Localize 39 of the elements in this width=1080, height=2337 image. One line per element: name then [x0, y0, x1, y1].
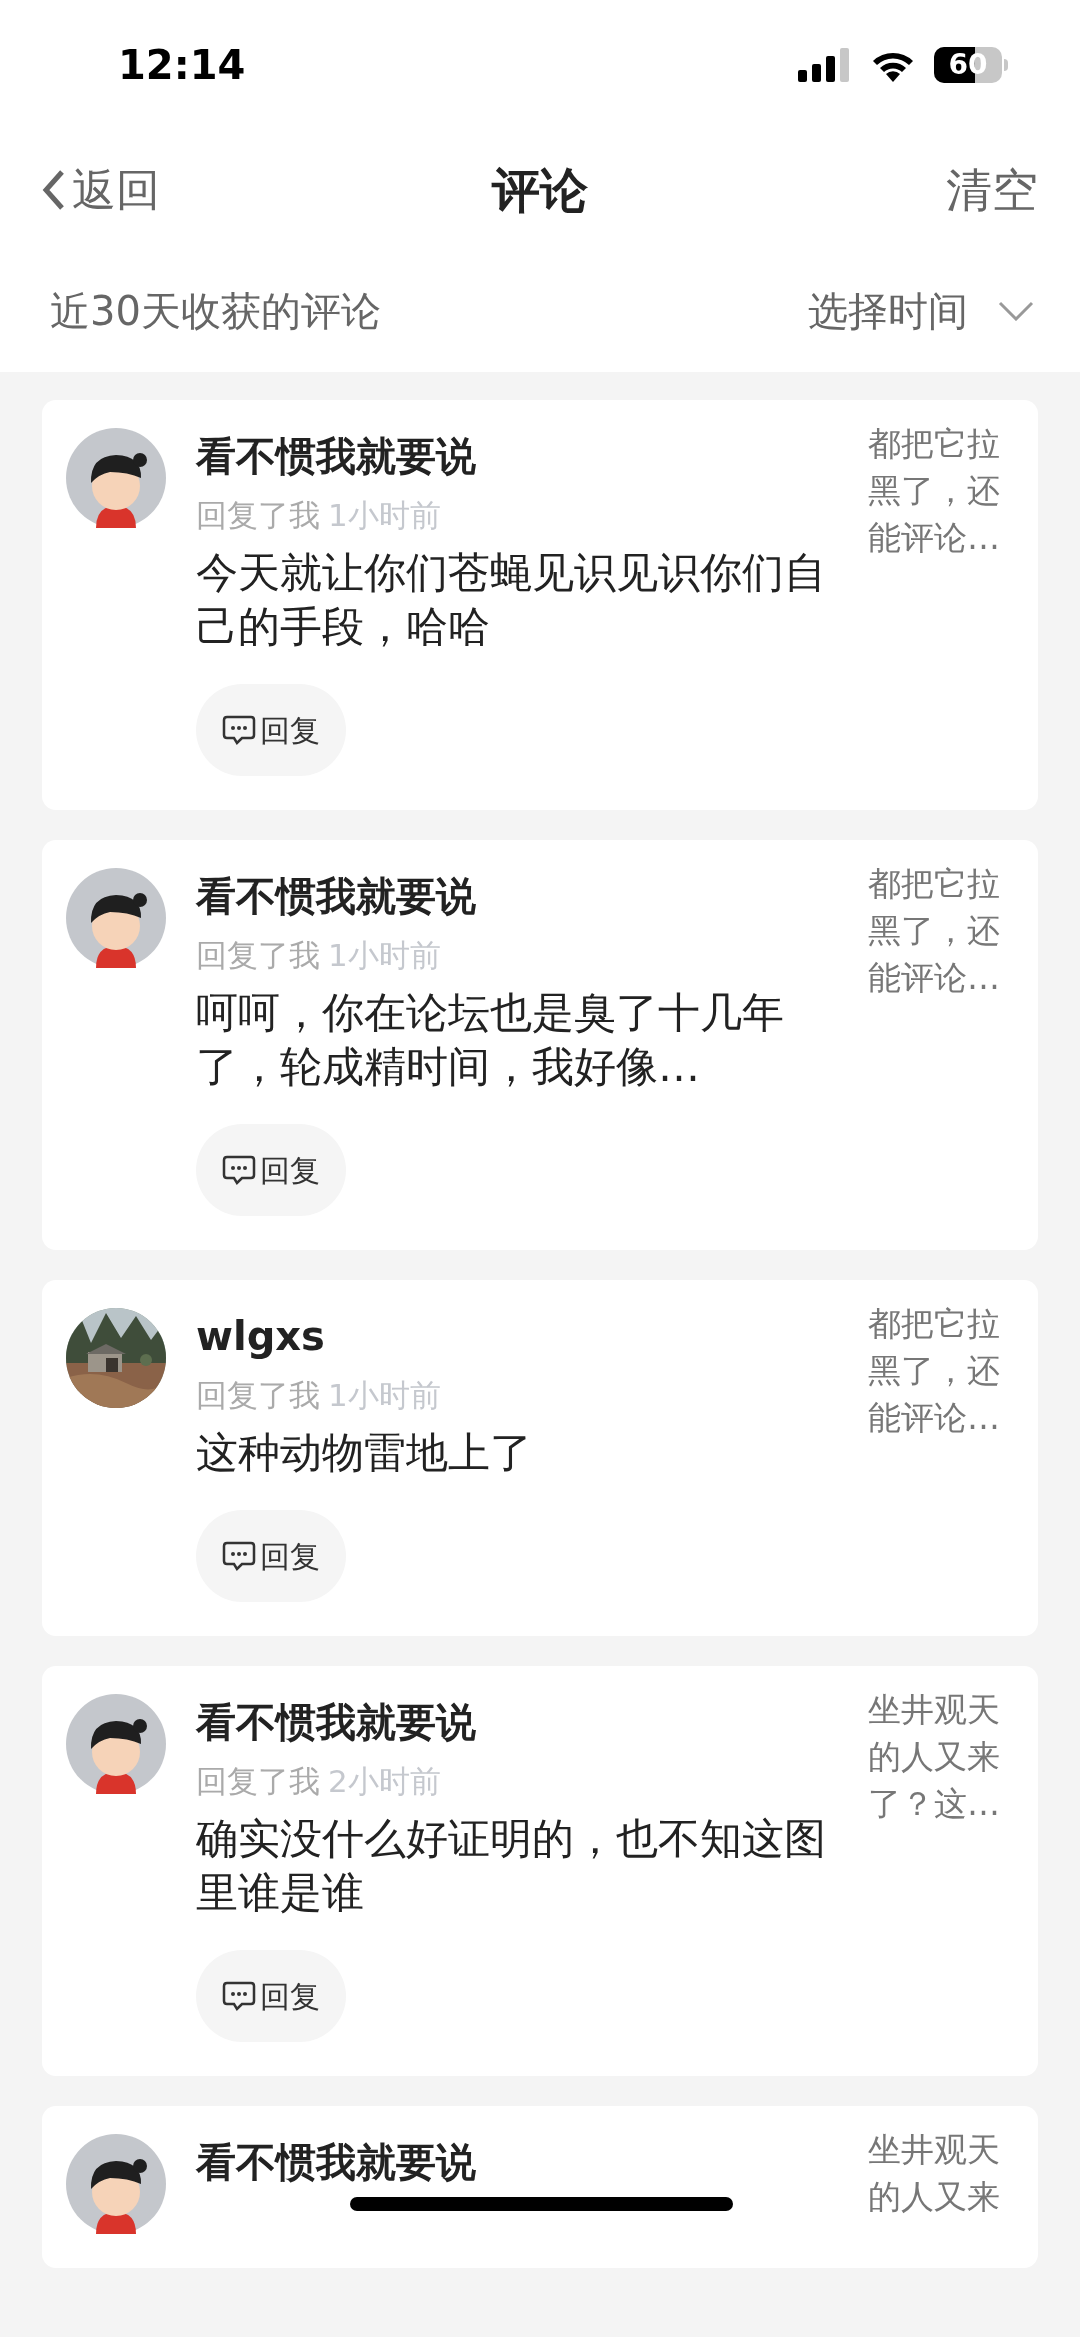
comment-text: 这种动物雷地上了 [196, 1427, 533, 1479]
user-name[interactable]: 看不惯我就要说 [196, 870, 838, 922]
user-name[interactable]: 看不惯我就要说 [196, 2136, 838, 2188]
comment-text: 确实没什么好证明的，也不知这图里谁是谁 [196, 1813, 827, 1919]
reply-label: 回复了我 [196, 1762, 320, 1801]
original-post-snippet[interactable]: 坐井观天的人又来 [868, 2126, 1008, 2234]
comment-time: 1小时前 [328, 936, 441, 975]
original-post-snippet[interactable]: 坐井观天的人又来了？这… [868, 1686, 1008, 2042]
back-button[interactable]: 返回 [42, 157, 160, 223]
clear-button[interactable]: 清空 [946, 155, 1038, 225]
comment-text: 呵呵，你在论坛也是臭了十几年了，轮成精时间，我好像… [196, 987, 785, 1093]
page-title: 评论 [492, 161, 588, 220]
reply-button[interactable]: 回复 [196, 684, 346, 776]
comment-icon [222, 1154, 256, 1186]
reply-button[interactable]: 回复 [196, 1510, 346, 1602]
reply-button[interactable]: 回复 [196, 1950, 346, 2042]
chevron-down-icon [998, 301, 1034, 321]
original-post-snippet[interactable]: 都把它拉黑了，还能评论… [868, 860, 1008, 1216]
comment-icon [222, 1540, 256, 1572]
comment-time: 1小时前 [328, 496, 441, 535]
cellular-signal-icon [798, 48, 852, 82]
original-post-snippet[interactable]: 都把它拉黑了，还能评论… [868, 420, 1008, 776]
comment-icon [222, 714, 256, 746]
reply-label: 回复了我 [196, 936, 320, 975]
reply-label: 回复了我 [196, 496, 320, 535]
user-name[interactable]: 看不惯我就要说 [196, 1696, 838, 1748]
reply-label: 回复了我 [196, 1376, 320, 1415]
user-name[interactable]: wlgxs [196, 1310, 838, 1362]
reply-button[interactable]: 回复 [196, 1124, 346, 1216]
comment-text: 今天就让你们苍蝇见识见识你们自己的手段，哈哈 [196, 547, 827, 653]
filter-label: 近30天收获的评论 [50, 287, 381, 336]
comment-time: 1小时前 [328, 1376, 441, 1415]
chevron-left-icon [42, 168, 66, 212]
comment-time: 2小时前 [328, 1762, 441, 1801]
original-post-snippet[interactable]: 都把它拉黑了，还能评论… [868, 1300, 1008, 1602]
status-time: 12:14 [118, 41, 246, 90]
comment-icon [222, 1980, 256, 2012]
user-name[interactable]: 看不惯我就要说 [196, 430, 838, 482]
time-picker[interactable]: 选择时间 [808, 281, 1034, 341]
